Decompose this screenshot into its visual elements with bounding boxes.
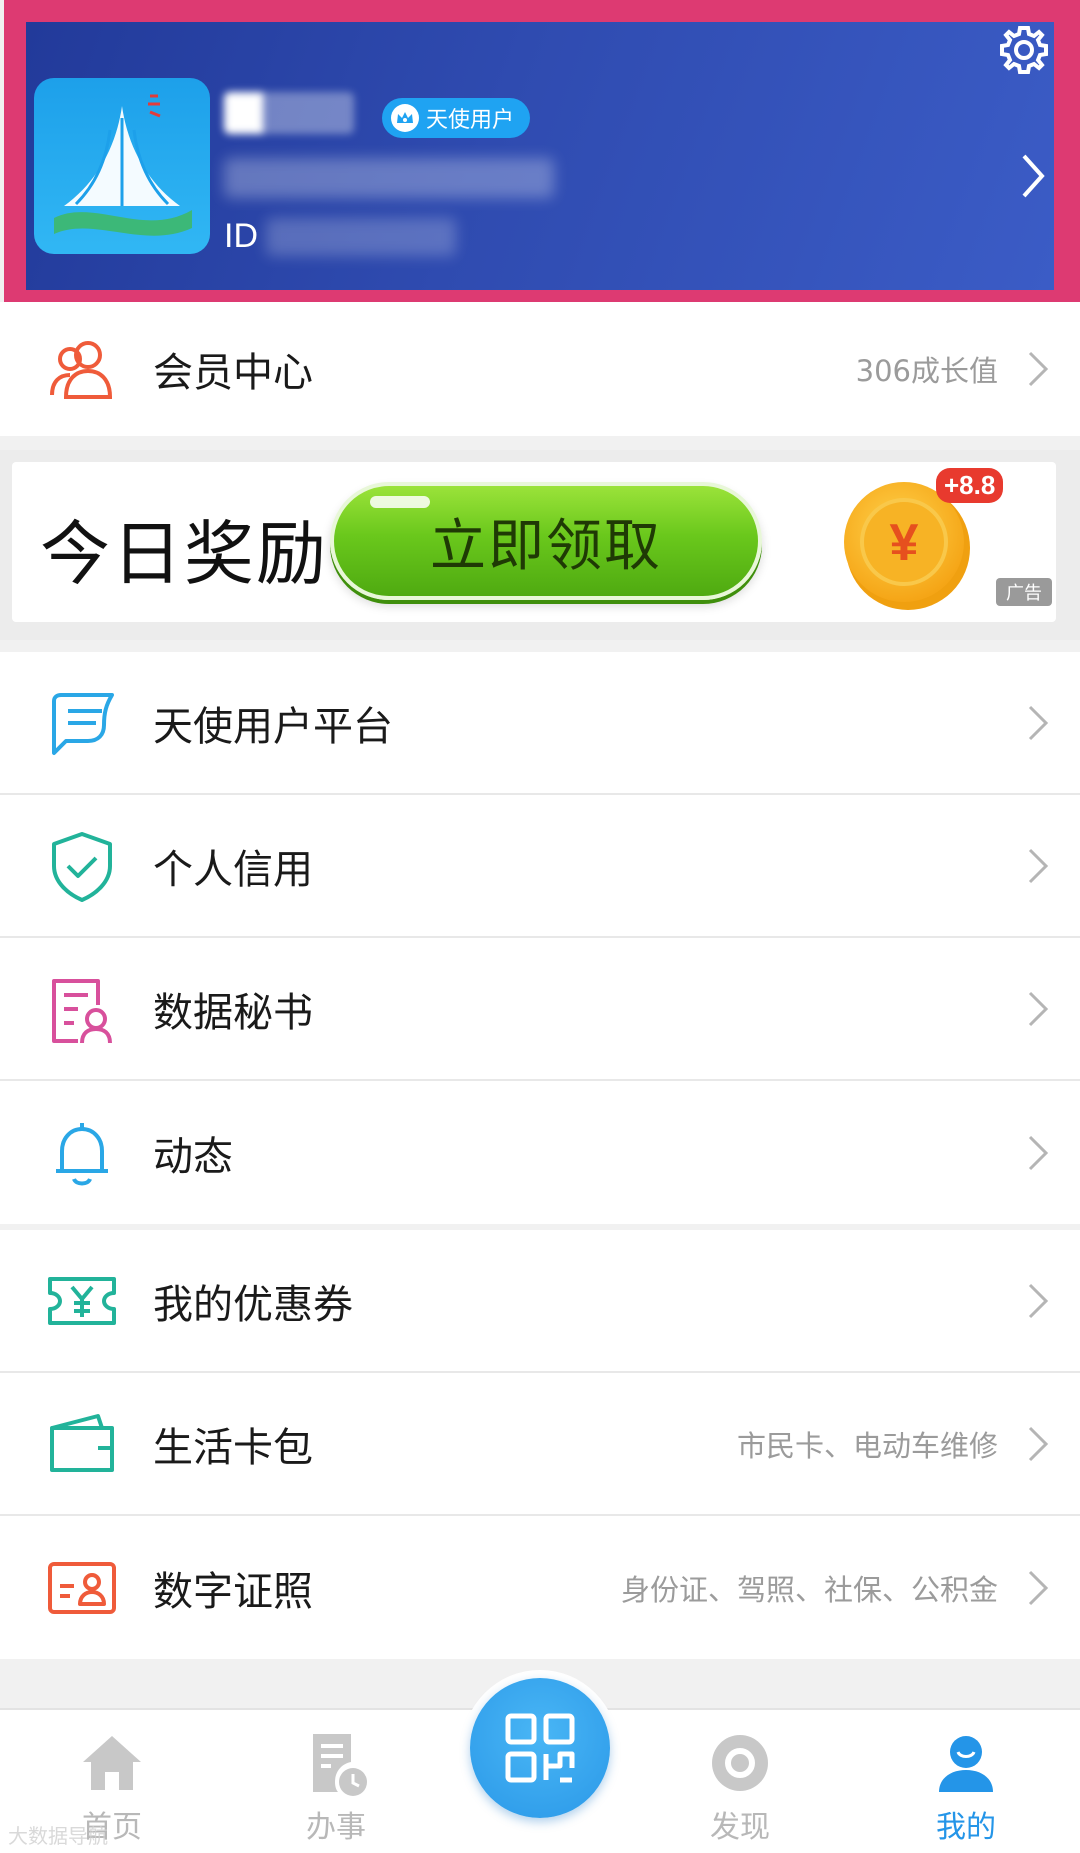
coin-symbol: ¥ [890, 514, 919, 572]
tab-label: 发现 [710, 1810, 770, 1845]
phone-redacted [224, 158, 554, 198]
ad-banner-container: 今日奖励 立即领取 ¥ +8.8 广告 [0, 450, 1080, 640]
menu-item-label: 数据秘书 [153, 989, 313, 1036]
tab-discover[interactable]: 发现 [660, 1728, 820, 1853]
tab-label: 办事 [306, 1810, 366, 1845]
document-user-icon [52, 978, 112, 1043]
avatar[interactable] [34, 78, 210, 254]
chevron-right-icon[interactable] [1018, 152, 1048, 200]
menu-item-angel-platform[interactable]: 天使用户平台 [0, 652, 1080, 795]
home-icon [83, 1736, 141, 1790]
menu-item-label: 生活卡包 [153, 1424, 313, 1471]
menu-item-label: 数字证照 [153, 1568, 313, 1615]
username-redacted [224, 92, 354, 134]
menu-item-digital-license[interactable]: 数字证照 身份证、驾照、社保、公积金 [0, 1516, 1080, 1659]
menu-item-hint: 市民卡、电动车维修 [736, 1428, 998, 1463]
id-card-icon [48, 1561, 116, 1614]
chevron-right-icon [1028, 705, 1049, 740]
chat-bubble-icon [52, 692, 114, 755]
user-id-redacted [266, 218, 456, 256]
wallet-icon [50, 1413, 114, 1472]
claim-button-label: 立即领取 [430, 513, 662, 579]
shield-check-icon [52, 831, 112, 902]
menu-item-data-secretary[interactable]: 数据秘书 [0, 938, 1080, 1081]
ad-tag: 广告 [996, 578, 1052, 606]
menu-item-label: 天使用户平台 [153, 703, 393, 750]
menu-item-personal-credit[interactable]: 个人信用 [0, 795, 1080, 938]
badge-label: 天使用户 [426, 108, 515, 133]
members-icon [50, 341, 113, 399]
menu-item-coupons[interactable]: 我的优惠券 [0, 1230, 1080, 1373]
menu-item-hint: 身份证、驾照、社保、公积金 [620, 1572, 998, 1607]
coin-bonus-badge: +8.8 [936, 468, 1004, 503]
gear-icon[interactable] [996, 22, 1052, 78]
ad-title: 今日奖励 [40, 513, 328, 595]
profile-card[interactable]: 天使用户 ID [26, 22, 1054, 290]
menu-item-card-wallet[interactable]: 生活卡包 市民卡、电动车维修 [0, 1373, 1080, 1516]
coupon-icon [48, 1276, 116, 1325]
document-clock-icon [313, 1734, 367, 1796]
daily-reward-ad[interactable]: 今日奖励 立即领取 ¥ +8.8 广告 [12, 462, 1056, 622]
chevron-right-icon [1028, 1283, 1049, 1318]
menu-item-label: 个人信用 [153, 846, 313, 893]
scan-qr-button[interactable] [470, 1678, 610, 1818]
member-center-card: 会员中心 306成长值 [0, 302, 1080, 436]
bell-icon [56, 1122, 108, 1185]
menu-group-2: 我的优惠券 生活卡包 市民卡、电动车维修 数字证照 身份证、驾照、社保、公积金 [0, 1230, 1080, 1659]
angel-user-badge: 天使用户 [382, 98, 531, 138]
growth-value: 306成长值 [855, 354, 998, 388]
claim-now-button[interactable]: 立即领取 [330, 482, 762, 600]
watermark: 大数据导航 [8, 1824, 108, 1848]
crown-icon [391, 104, 419, 132]
menu-item-label: 动态 [153, 1133, 233, 1180]
discover-icon [712, 1735, 768, 1791]
user-icon [939, 1736, 993, 1792]
qr-code-icon [505, 1713, 575, 1783]
tab-label: 我的 [936, 1810, 996, 1845]
menu-item-label: 我的优惠券 [153, 1281, 353, 1328]
chevron-right-icon [1028, 1426, 1049, 1461]
chevron-right-icon [1028, 848, 1049, 883]
menu-group-1: 天使用户平台 个人信用 数据秘书 动态 [0, 652, 1080, 1224]
user-id-label: ID [224, 217, 258, 255]
tab-mine[interactable]: 我的 [886, 1728, 1046, 1853]
chevron-right-icon [1028, 1570, 1049, 1605]
chevron-right-icon [1028, 991, 1049, 1026]
member-center-label: 会员中心 [153, 350, 313, 396]
chevron-right-icon [1028, 1135, 1049, 1170]
member-center-row[interactable]: 会员中心 306成长值 [0, 302, 1080, 436]
app-logo-icon [34, 78, 210, 254]
menu-item-updates[interactable]: 动态 [0, 1081, 1080, 1224]
chevron-right-icon [1028, 351, 1049, 387]
tab-services[interactable]: 办事 [256, 1728, 416, 1853]
